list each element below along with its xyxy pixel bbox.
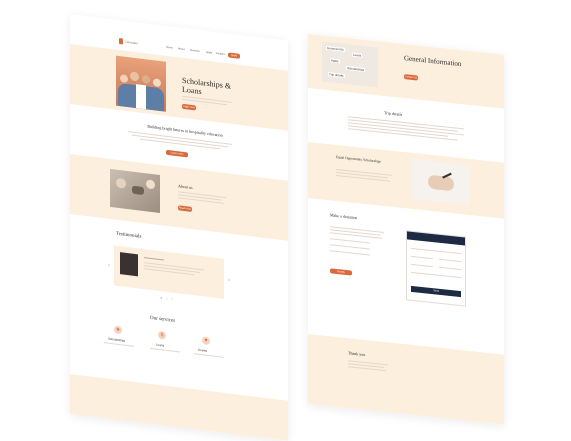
donation-form: Send <box>406 230 466 307</box>
grant-icon: ♥ <box>202 336 210 346</box>
hero-apply-button[interactable]: Apply now <box>182 103 196 111</box>
note-word-2: Apply <box>330 58 340 64</box>
testimonial-prev-button[interactable]: ‹ <box>108 263 110 269</box>
scholarship-icon: ★ <box>114 325 122 335</box>
donate-button[interactable]: Donate <box>330 268 352 276</box>
info-hero-section: General Info Loans Apply Scholarships Tr… <box>308 34 504 109</box>
nav-item-1[interactable]: About <box>178 47 185 51</box>
note-word-1: Loans <box>352 52 363 58</box>
writing-hand-photo <box>412 158 470 206</box>
testimonial-avatar <box>120 252 138 277</box>
nav-item-3[interactable]: Apply <box>206 51 212 55</box>
info-hero-title: General Information <box>404 54 462 69</box>
equal-title: Equal Opportunity Scholarships <box>336 154 381 164</box>
about-read-more-button[interactable]: Read more <box>178 205 192 212</box>
hero-section: Scholarships & Loans Apply now <box>70 44 288 131</box>
trip-title: Trip details <box>384 109 403 117</box>
logo-icon <box>119 38 123 45</box>
nav-item-4[interactable]: Contact <box>216 52 225 56</box>
thanks-title: Thank you <box>348 350 366 358</box>
note-word-3: Scholarships <box>346 65 366 73</box>
nav-item-2[interactable]: Services <box>190 49 200 53</box>
service-label-0: Scholarships <box>108 336 126 343</box>
service-label-2: Grants <box>198 347 208 353</box>
nav-item-0[interactable]: Home <box>166 46 173 50</box>
service-label-1: Loans <box>156 342 165 348</box>
note-word-4: Trip details <box>328 72 345 78</box>
about-title: About us <box>178 183 193 191</box>
services-title: Our services <box>150 315 176 324</box>
form-submit-button[interactable]: Send <box>411 285 461 298</box>
testimonials-title: Testimonials <box>116 231 142 240</box>
testimonial-card <box>114 245 224 299</box>
thanks-section: Thank you <box>308 334 504 425</box>
note-word-0: General Info <box>326 45 345 52</box>
right-page-preview: General Info Loans Apply Scholarships Tr… <box>308 34 504 425</box>
left-page-preview: Tidewater Home About Services Apply Cont… <box>70 14 288 441</box>
testimonial-pagination[interactable]: ● ○ ○ <box>160 295 174 302</box>
about-section: About us Read more <box>70 154 288 241</box>
about-photo <box>110 168 160 214</box>
donation-title: Make a donation <box>330 212 357 221</box>
hero-photo <box>116 55 166 112</box>
hero-title: Scholarships & Loans <box>182 75 232 97</box>
mission-learn-more-button[interactable]: Learn more <box>166 149 188 158</box>
sticky-notes-photo: General Info Loans Apply Scholarships Tr… <box>322 41 378 88</box>
testimonial-next-button[interactable]: › <box>228 277 230 283</box>
equal-section: Equal Opportunity Scholarships <box>308 142 504 219</box>
nav-apply-button[interactable]: Apply <box>228 52 240 59</box>
logo-text: Tidewater <box>125 39 139 46</box>
info-contact-button[interactable]: Contact us <box>404 74 418 81</box>
loan-icon: $ <box>158 330 166 340</box>
